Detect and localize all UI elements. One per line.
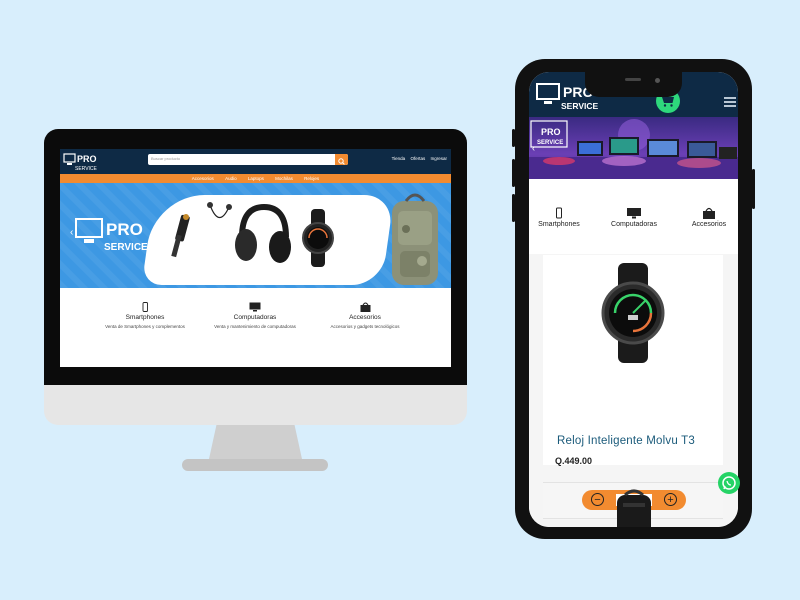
monitor-stand <box>209 425 302 459</box>
hamburger-menu-icon[interactable] <box>724 97 736 109</box>
category-accesorios[interactable]: Accesorios Accesorios y gadgets tecnológ… <box>310 302 420 330</box>
banner-brand-logo: PRO SERVICE <box>75 218 148 253</box>
svg-text:SERVICE: SERVICE <box>537 140 563 146</box>
backpack-image <box>392 193 438 285</box>
link-ofertas[interactable]: Ofertas <box>410 156 425 161</box>
product-price: Q.449.00 <box>555 456 593 466</box>
category-label: Computadoras <box>611 221 657 228</box>
earphones-image <box>207 202 232 219</box>
phone-speaker <box>625 78 641 81</box>
product-title[interactable]: Reloj Inteligente Molvu T3 <box>557 435 695 447</box>
category-title: Smartphones <box>125 314 165 321</box>
phone-side-button <box>512 159 515 187</box>
banner-prev-arrow[interactable]: ‹ <box>70 227 73 238</box>
category-label: Smartphones <box>538 221 580 228</box>
monitor-foot <box>182 459 328 471</box>
category-title: Accesorios <box>349 314 381 321</box>
desktop-screen: PRO SERVICE Buscar producto Tienda Ofert… <box>60 149 451 367</box>
phone-notch <box>585 72 682 97</box>
category-subtitle: Venta y mantenimiento de computadoras <box>214 324 296 329</box>
category-subtitle: Venta de Smartphones y complementos <box>105 324 185 329</box>
nav-relojes[interactable]: Relojes <box>304 176 319 181</box>
svg-text:SERVICE: SERVICE <box>104 242 148 253</box>
nav-accesorios[interactable]: Accesorios <box>192 176 214 181</box>
svg-text:SERVICE: SERVICE <box>75 166 98 172</box>
link-tienda[interactable]: Tienda <box>392 156 406 161</box>
product-card[interactable] <box>543 255 723 465</box>
monitor-icon <box>249 302 261 312</box>
pro-service-logo[interactable]: PRO SERVICE <box>63 151 101 172</box>
banner-graphics: PRO SERVICE ‹ <box>529 119 738 179</box>
monitor-chin <box>44 385 467 425</box>
search-button[interactable] <box>335 154 348 165</box>
mobile-phone: PRO SERVICE PRO SERVICE ‹ Smartphones Co… <box>512 59 755 539</box>
search-input[interactable]: Buscar producto <box>148 154 348 165</box>
backpack-image <box>617 489 651 527</box>
category-computadoras[interactable]: Computadoras Venta y mantenimiento de co… <box>200 302 310 330</box>
category-section: Smartphones Venta de Smartphones y compl… <box>60 288 451 367</box>
category-smartphones[interactable]: Smartphones <box>529 207 594 228</box>
banner-pagination[interactable] <box>240 281 267 288</box>
mobile-screen: PRO SERVICE PRO SERVICE ‹ Smartphones Co… <box>529 72 738 527</box>
header-links: Tienda Ofertas Ingresar <box>388 156 447 161</box>
category-nav: Accesorios Audio Laptops Mochilas Reloje… <box>60 174 451 183</box>
category-accesorios[interactable]: Accesorios <box>674 207 738 228</box>
whatsapp-button[interactable] <box>718 472 740 494</box>
mobile-category-section: Smartphones Computadoras Accesorios <box>529 179 738 254</box>
category-computadoras[interactable]: Computadoras <box>599 207 669 228</box>
svg-text:PRO: PRO <box>541 127 561 137</box>
smartphone-icon <box>556 207 562 219</box>
smartphone-icon <box>142 302 148 312</box>
phone-power-button <box>752 169 755 209</box>
smartwatch-image <box>302 209 334 267</box>
bag-icon <box>360 302 370 312</box>
monitor-icon <box>627 208 641 219</box>
category-label: Accesorios <box>691 221 727 228</box>
phone-camera <box>655 78 660 83</box>
mobile-hero-banner: PRO SERVICE ‹ <box>529 117 738 179</box>
headphones-image <box>235 203 291 263</box>
nav-audio[interactable]: Audio <box>225 176 237 181</box>
svg-text:PRO: PRO <box>106 220 143 239</box>
svg-text:‹: ‹ <box>532 143 535 153</box>
phone-side-button <box>512 129 515 147</box>
search-icon <box>338 158 345 165</box>
category-subtitle: Accesorios y gadgets tecnológicos <box>330 324 400 329</box>
link-ingresar[interactable]: Ingresar <box>430 156 447 161</box>
bag-icon <box>703 207 715 219</box>
phone-side-button <box>512 194 515 222</box>
category-smartphones[interactable]: Smartphones Venta de Smartphones y compl… <box>90 302 200 330</box>
search-placeholder: Buscar producto <box>151 156 181 161</box>
quantity-increase-button[interactable]: + <box>664 493 677 506</box>
whatsapp-icon <box>722 476 736 490</box>
quantity-decrease-button[interactable]: − <box>591 493 604 506</box>
svg-text:SERVICE: SERVICE <box>561 101 598 111</box>
svg-text:PRO: PRO <box>77 154 97 164</box>
flashlight-image <box>171 214 190 258</box>
nav-mochilas[interactable]: Mochilas <box>275 176 293 181</box>
desktop-monitor: PRO SERVICE Buscar producto Tienda Ofert… <box>44 129 467 471</box>
smartwatch-image <box>601 263 665 363</box>
nav-laptops[interactable]: Laptops <box>248 176 264 181</box>
category-title: Computadoras <box>233 314 277 321</box>
hero-banner: PRO SERVICE ‹ <box>60 183 451 288</box>
desktop-header: PRO SERVICE Buscar producto Tienda Ofert… <box>60 149 451 174</box>
